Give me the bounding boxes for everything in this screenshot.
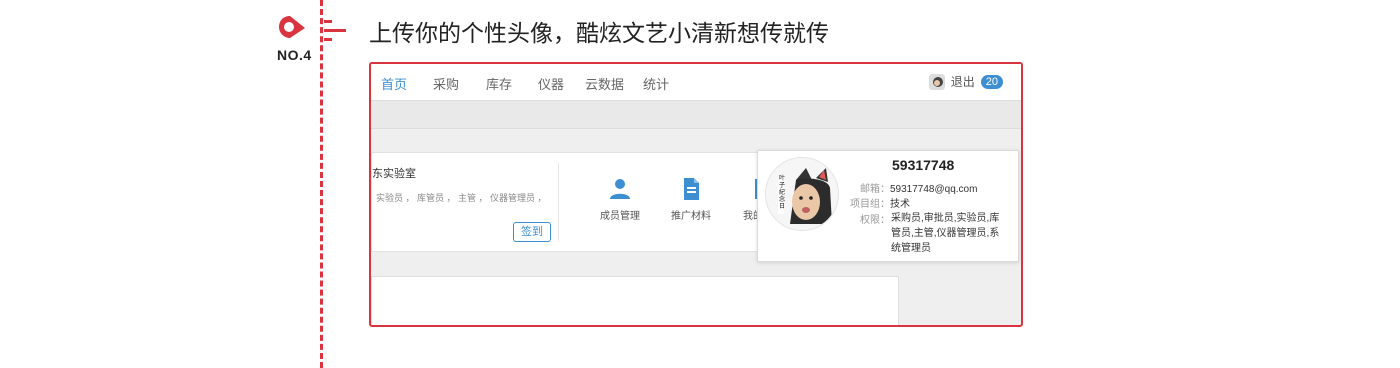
quick-action-members[interactable]: 成员管理: [600, 177, 640, 222]
timeline-dashed-line: [320, 0, 323, 368]
lab-card: 东实验室 实验员 ， 库管员 ， 主管 ， 仪器管理员 ， 签到 成员管理 推广…: [371, 152, 793, 252]
marker-tick-mid: [324, 29, 346, 32]
person-icon: [610, 179, 630, 199]
marker-tick-top: [324, 20, 332, 23]
email-label: 邮箱：: [860, 184, 890, 195]
breadcrumb-bar: [371, 101, 1021, 129]
avatar[interactable]: [928, 73, 945, 90]
document-icon: [684, 178, 699, 200]
avatar-caption: 叶子紀念日: [779, 176, 786, 210]
profile-popup: 叶子紀念日 59317748 邮箱：59317748@qq.com 项目组：技术…: [757, 150, 1019, 262]
nav-item-instruments[interactable]: 仪器: [538, 74, 564, 93]
step-label: NO.4: [277, 47, 312, 63]
avatar[interactable]: 叶子紀念日: [765, 157, 839, 231]
nav-item-cloud-data[interactable]: 云数据: [585, 74, 624, 93]
email-value: 59317748@qq.com: [890, 184, 978, 195]
lab-roles: 实验员 ， 库管员 ， 主管 ， 仪器管理员 ，: [376, 193, 547, 203]
quick-action-promo[interactable]: 推广材料: [671, 177, 711, 222]
logout-link[interactable]: 退出: [951, 73, 975, 90]
user-id: 59317748: [892, 157, 955, 173]
location-pin-icon: [279, 16, 305, 38]
nav-item-purchase[interactable]: 采购: [433, 74, 459, 93]
screenshot-frame: 首页 采购 库存 仪器 云数据 统计 退出 20 东实验室 实验员 ， 库管员 …: [369, 62, 1023, 327]
quick-action-label: 成员管理: [600, 211, 640, 222]
permission-value: 采购员,审批员,实验员,库管员,主管,仪器管理员,系统管理员: [891, 213, 1000, 254]
group-label: 项目组：: [850, 199, 890, 210]
card-divider: [558, 163, 559, 241]
permission-label: 权限：: [860, 215, 890, 226]
quick-action-label: 推广材料: [671, 211, 711, 222]
nav-item-inventory[interactable]: 库存: [486, 74, 512, 93]
message-badge[interactable]: 20: [980, 74, 1003, 89]
top-navbar: 首页 采购 库存 仪器 云数据 统计 退出 20: [371, 64, 1021, 101]
content-panel: [371, 276, 899, 325]
sign-in-button[interactable]: 签到: [513, 222, 551, 242]
lab-name: 东实验室: [372, 168, 416, 180]
nav-item-home[interactable]: 首页: [381, 74, 407, 93]
nav-item-statistics[interactable]: 统计: [643, 74, 669, 93]
group-value: 技术: [890, 199, 910, 210]
feature-headline: 上传你的个性头像，酷炫文艺小清新想传就传: [369, 20, 829, 46]
marker-tick-bottom: [324, 38, 332, 41]
